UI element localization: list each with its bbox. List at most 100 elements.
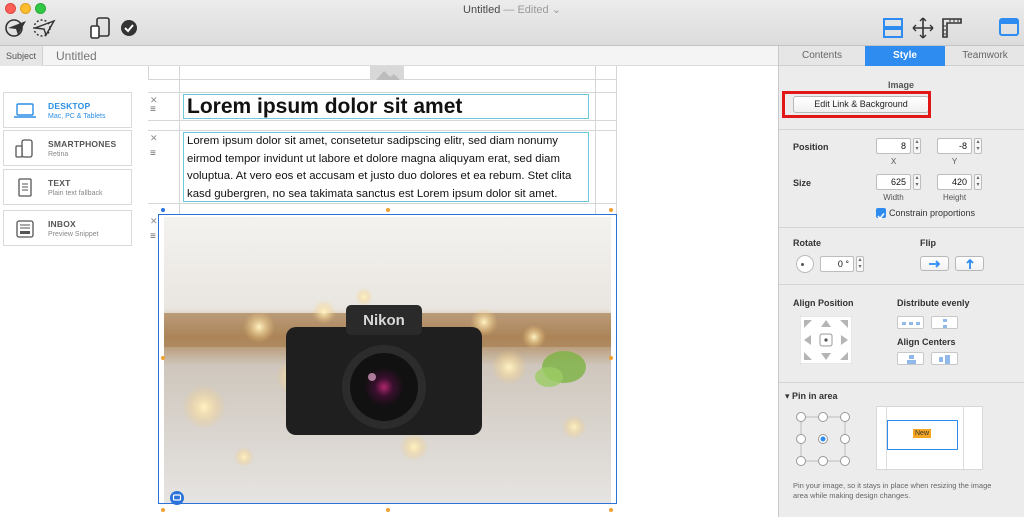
pin-in-area-text: Pin in area (792, 391, 838, 401)
size-height-label: Height (942, 193, 967, 202)
align-center-horizontal-button[interactable] (897, 352, 924, 365)
window-titlebar: Untitled — Edited ⌄ (0, 0, 1024, 46)
flip-vertical-button[interactable] (955, 256, 984, 271)
subject-input[interactable] (56, 46, 356, 66)
send-test-icon[interactable] (30, 16, 56, 38)
arrow-up-icon (965, 258, 974, 269)
row-drag-handle-icon[interactable]: ≡ (150, 148, 156, 159)
rotate-stepper[interactable]: ▴ ▾ (856, 256, 864, 272)
position-y-label: Y (951, 157, 958, 166)
canvas-guide (179, 66, 180, 214)
move-crosshair-icon[interactable] (912, 17, 934, 39)
device-smartphones[interactable]: SMARTPHONES Retina (3, 130, 132, 166)
camera-brand-text: Nikon (363, 312, 405, 329)
canvas-guide (595, 66, 596, 214)
image-placeholder-icon (370, 66, 404, 80)
rotate-field[interactable] (820, 256, 854, 272)
rotate-dial[interactable] (796, 255, 814, 273)
highlight-annotation (782, 91, 931, 118)
align-position-widget[interactable] (800, 316, 852, 364)
size-width-label: Width (883, 193, 904, 202)
tab-contents[interactable]: Contents (779, 46, 865, 66)
section-title-image: Image (888, 80, 915, 90)
distribute-evenly-label: Distribute evenly (897, 298, 970, 308)
size-width-stepper[interactable]: ▴ ▾ (913, 174, 921, 190)
checkmark-circle-icon[interactable] (120, 19, 138, 37)
distribute-horizontal-button[interactable] (897, 316, 924, 329)
size-height-stepper[interactable]: ▴ ▾ (974, 174, 982, 190)
send-plane-icon[interactable] (4, 16, 28, 38)
resize-handle[interactable] (161, 508, 165, 512)
distribute-vertical-icon (943, 319, 947, 328)
subject-label: Subject (0, 46, 44, 66)
device-text[interactable]: TEXT Plain text fallback (3, 169, 132, 205)
device-subtitle: Retina (48, 151, 69, 158)
device-name: DESKTOP (48, 101, 91, 111)
position-label: Position (793, 142, 829, 152)
device-subtitle: Plain text fallback (48, 190, 103, 197)
position-y-stepper[interactable]: ▴ ▾ (974, 138, 982, 154)
camera-photo-image: Nikon (164, 217, 611, 503)
row-drag-handle-icon[interactable]: ≡ (150, 231, 156, 242)
divider (779, 382, 1024, 383)
divider (779, 227, 1024, 228)
device-name: SMARTPHONES (48, 139, 117, 149)
size-width-field[interactable] (876, 174, 911, 190)
devices-icon[interactable] (89, 16, 113, 40)
title-chevron-icon[interactable]: ⌄ (552, 4, 561, 16)
flip-label: Flip (920, 238, 936, 248)
divider (779, 284, 1024, 285)
device-subtitle: Preview Snippet (48, 231, 99, 238)
canvas-guide (148, 120, 617, 121)
tab-style[interactable]: Style (865, 46, 945, 66)
constrain-checkbox[interactable] (876, 208, 886, 220)
canvas-guide (148, 92, 617, 93)
resize-handle[interactable] (609, 208, 613, 212)
ruler-icon[interactable] (941, 17, 963, 39)
resize-handle[interactable] (386, 208, 390, 212)
resize-handle[interactable] (161, 356, 165, 360)
row-close-icon[interactable]: ✕ (150, 133, 158, 144)
position-x-stepper[interactable]: ▴ ▾ (913, 138, 921, 154)
device-name: INBOX (48, 219, 76, 229)
canvas-guide (148, 130, 617, 131)
document-title: Untitled (463, 4, 501, 16)
flip-horizontal-button[interactable] (920, 256, 949, 271)
text-doc-icon (18, 178, 32, 197)
new-badge: New (913, 429, 932, 438)
image-link-badge[interactable] (170, 491, 184, 505)
check-icon (877, 213, 885, 220)
resize-handle[interactable] (609, 508, 613, 512)
window-pane-icon[interactable] (999, 18, 1019, 36)
resize-handle[interactable] (161, 208, 165, 212)
position-x-field[interactable] (876, 138, 911, 154)
align-center-v-icon (939, 355, 950, 364)
device-desktop[interactable]: DESKTOP Mac, PC & Tablets (3, 92, 132, 128)
pin-in-area-label[interactable]: ▾ Pin in area (785, 391, 838, 402)
resize-handle[interactable] (386, 508, 390, 512)
resize-handle[interactable] (609, 356, 613, 360)
camera-photo[interactable]: Nikon (164, 217, 611, 503)
align-center-vertical-button[interactable] (931, 352, 958, 365)
link-bubble-icon (172, 494, 182, 501)
smartphone-icon (15, 139, 33, 158)
divider (779, 129, 1024, 130)
row-drag-handle-icon[interactable]: ≡ (150, 104, 156, 115)
position-y-field[interactable] (937, 138, 972, 154)
size-height-field[interactable] (937, 174, 972, 190)
device-inbox[interactable]: INBOX Preview Snippet (3, 210, 132, 246)
size-label: Size (793, 178, 812, 188)
distribute-vertical-button[interactable] (931, 316, 958, 329)
tab-teamwork[interactable]: Teamwork (945, 46, 1024, 66)
inspector-tabs: Contents Style Teamwork (779, 46, 1024, 66)
content-paragraph[interactable]: Lorem ipsum dolor sit amet, consetetur s… (187, 133, 587, 203)
subject-bar: Subject (0, 46, 778, 66)
row-close-icon[interactable]: ✕ (150, 216, 158, 227)
content-heading[interactable]: Lorem ipsum dolor sit amet (187, 95, 462, 119)
align-center-h-icon (907, 355, 916, 364)
pin-position-grid[interactable] (796, 412, 850, 466)
position-x-label: X (890, 157, 897, 166)
layout-grid-icon[interactable] (882, 17, 906, 39)
inbox-icon (16, 220, 34, 238)
align-centers-label: Align Centers (897, 337, 956, 347)
